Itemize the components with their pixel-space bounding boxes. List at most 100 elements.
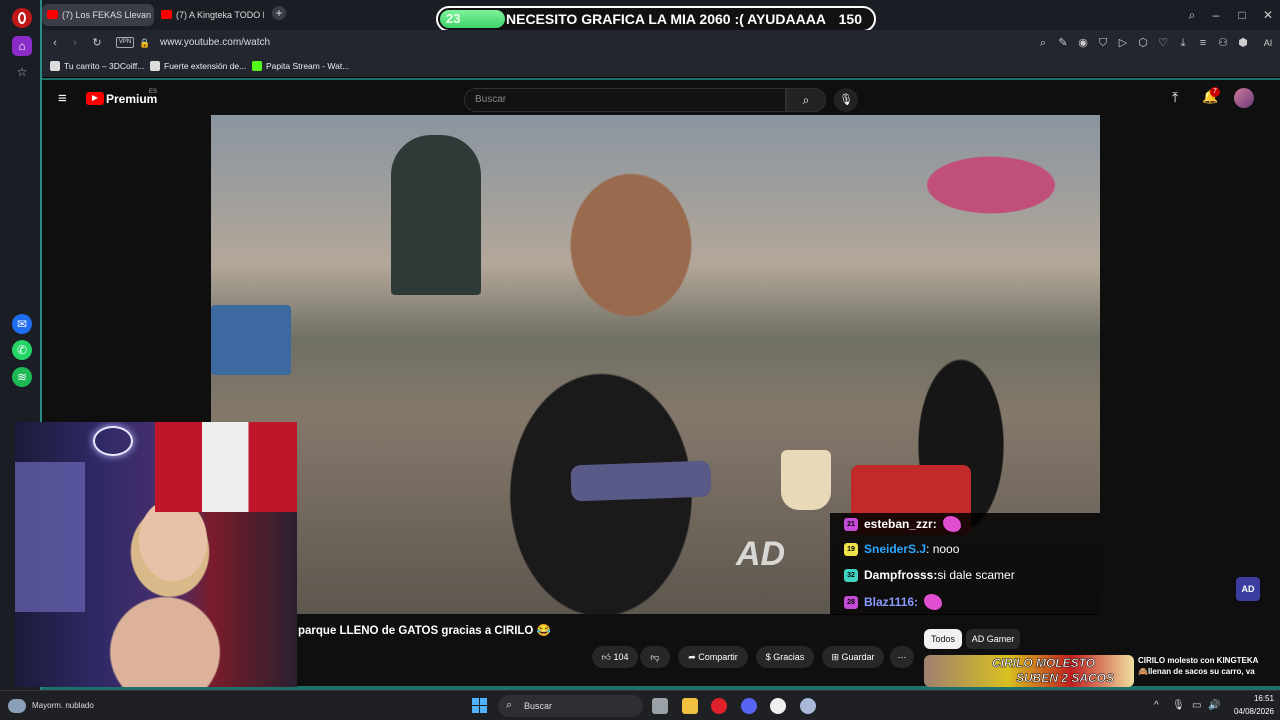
spotify-icon[interactable]: ≋ (12, 367, 32, 387)
dislike-button[interactable]: 👎︎ (640, 646, 670, 668)
start-button[interactable] (472, 698, 488, 714)
youtube-header: ≡ Premium ES Buscar ⌕ 🎙 ⤒ 🔔 7 (42, 80, 1280, 116)
search-icon: ⌕ (802, 93, 810, 107)
bookmark-item[interactable]: Fuerte extensión de... (150, 61, 246, 71)
shield-icon[interactable]: ⛉ (1096, 36, 1110, 50)
edit-icon[interactable]: ✎ (1056, 36, 1070, 50)
goal-text: NECESITO GRAFICA LA MIA 2060 :( AYUDAAAA (506, 11, 826, 27)
close-button[interactable]: ✕ (1258, 6, 1278, 24)
search-tabs-icon[interactable]: ⌕ (1182, 6, 1202, 24)
reload-icon[interactable]: ↻ (90, 36, 104, 50)
upload-icon[interactable]: ⤒ (1172, 89, 1178, 106)
opera-logo-icon[interactable] (12, 8, 32, 28)
search-icon[interactable]: ⌕ (1036, 36, 1050, 50)
file-explorer-icon[interactable] (682, 698, 698, 714)
vpn-badge[interactable]: VPN (116, 37, 134, 48)
taskbar-search[interactable]: Buscar (498, 695, 643, 717)
thumbs-down-icon: 👎︎ (650, 651, 660, 662)
avatar[interactable] (1234, 88, 1254, 108)
save-icon: ⊞ (831, 651, 839, 662)
save-button[interactable]: ⊞ Guardar (822, 646, 884, 668)
clock-date[interactable]: 04/08/2026 (1222, 707, 1274, 716)
more-icon: ⋯ (897, 651, 907, 662)
search-button[interactable]: ⌕ (786, 88, 826, 112)
tab-active[interactable]: (7) Los FEKAS Llevan c (42, 4, 154, 26)
chat-message: 32 Dampfrosss: si dale scamer (844, 568, 1015, 582)
tab-inactive[interactable]: (7) A Kingteka TODO les s (156, 4, 264, 26)
maximize-button[interactable]: □ (1232, 6, 1252, 24)
volume-icon[interactable]: 🔊 (1208, 700, 1220, 711)
thanks-button[interactable]: $ Gracias (756, 646, 814, 668)
extensions-icon[interactable]: ⬢ (1236, 36, 1250, 50)
whatsapp-icon[interactable]: ✆ (12, 340, 32, 360)
bookmark-item[interactable]: Tu carrito – 3DCoiff... (50, 61, 144, 71)
monitor-icon[interactable]: ▭ (1192, 700, 1201, 711)
youtube-logo-icon[interactable] (86, 92, 104, 105)
discord-icon[interactable] (741, 698, 757, 714)
weather-icon[interactable] (8, 699, 26, 713)
tray-chevron-icon[interactable]: ^ (1154, 700, 1159, 711)
video-content-kiosk (391, 135, 481, 295)
channel-badge: AD (1236, 577, 1260, 601)
emote-icon (942, 516, 961, 532)
settings-gear-icon[interactable] (800, 698, 816, 714)
streamer-webcam (15, 422, 297, 687)
peru-flag (155, 422, 297, 512)
play-icon[interactable]: ▷ (1116, 36, 1130, 50)
chat-username: esteban_zzr: (864, 517, 937, 531)
voice-search-button[interactable]: 🎙 (834, 88, 858, 112)
download-icon[interactable]: ⤓ (1176, 36, 1190, 50)
like-button[interactable]: 👍︎ 104 (592, 646, 638, 668)
sub-badge: 32 (844, 568, 858, 582)
bookmark-item[interactable]: Papita Stream - Wat... (252, 61, 349, 71)
forward-icon[interactable]: › (68, 36, 82, 50)
bookmark-favicon-icon (50, 61, 60, 71)
video-title: parque LLENO de GATOS gracias a CIRILO 😂 (298, 625, 551, 637)
bookmark-label: Tu carrito – 3DCoiff... (64, 61, 145, 71)
chip-todos[interactable]: Todos (924, 629, 962, 649)
hamburger-menu-icon[interactable]: ≡ (58, 90, 67, 107)
bookmark-label: Fuerte extensión de... (164, 61, 247, 71)
camera-icon[interactable]: ◉ (1076, 36, 1090, 50)
chat-text: si dale scamer (937, 568, 1015, 582)
obs-icon[interactable] (770, 698, 786, 714)
youtube-favicon-icon (47, 10, 58, 19)
video-watermark: AD (736, 535, 786, 573)
sub-badge: 21 (844, 517, 858, 531)
webcam-shelf (15, 462, 85, 612)
sub-badge: 28 (844, 595, 858, 609)
chip-ad-gamer[interactable]: AD Gamer (966, 629, 1020, 649)
heart-icon[interactable]: ♡ (1156, 36, 1170, 50)
task-view-icon[interactable] (652, 698, 668, 714)
sub-badge: 19 (844, 542, 858, 556)
more-actions-button[interactable]: ⋯ (890, 646, 914, 668)
recommended-title[interactable]: CIRILO molesto con KINGTEKA 🙈llenan de s… (1138, 655, 1268, 677)
star-icon[interactable]: ☆ (12, 62, 32, 82)
search-input[interactable]: Buscar (464, 88, 786, 112)
share-button[interactable]: ➦ Compartir (678, 646, 748, 668)
profile-icon[interactable]: ⚇ (1216, 36, 1230, 50)
video-content-cart (211, 305, 291, 375)
menu-icon[interactable]: ≡ (1196, 36, 1210, 50)
thumbs-up-icon: 👍︎ (601, 651, 611, 662)
new-tab-button[interactable]: + (272, 6, 286, 20)
recommended-thumbnail[interactable]: CIRILO MOLESTO SUBEN 2 SACOS (924, 655, 1134, 687)
back-icon[interactable]: ‹ (48, 36, 62, 50)
like-count: 104 (613, 652, 629, 662)
tab-label: (7) Los FEKAS Llevan c (62, 10, 154, 20)
clock-time[interactable]: 16:51 (1228, 694, 1274, 703)
messenger-icon[interactable]: ✉ (12, 314, 32, 334)
opera-gx-icon[interactable] (711, 698, 727, 714)
mic-icon[interactable]: 🎙 (1172, 700, 1185, 711)
region-code: ES (149, 89, 158, 95)
stream-goal-bar: 23 NECESITO GRAFICA LA MIA 2060 :( AYUDA… (436, 6, 876, 32)
minimize-button[interactable]: – (1206, 6, 1226, 24)
video-content-phone (570, 460, 712, 502)
cube-icon[interactable]: ⬡ (1136, 36, 1150, 50)
thanks-icon: $ (765, 652, 771, 662)
home-icon[interactable]: ⌂ (12, 36, 32, 56)
url-field[interactable]: www.youtube.com/watch (146, 33, 526, 53)
address-bar: ‹ › ↻ VPN 🔒 www.youtube.com/watch ⌕ ✎ ◉ … (42, 30, 1280, 56)
ai-icon[interactable]: AI (1258, 36, 1278, 50)
weather-text[interactable]: Mayorm. nublado (32, 701, 94, 710)
